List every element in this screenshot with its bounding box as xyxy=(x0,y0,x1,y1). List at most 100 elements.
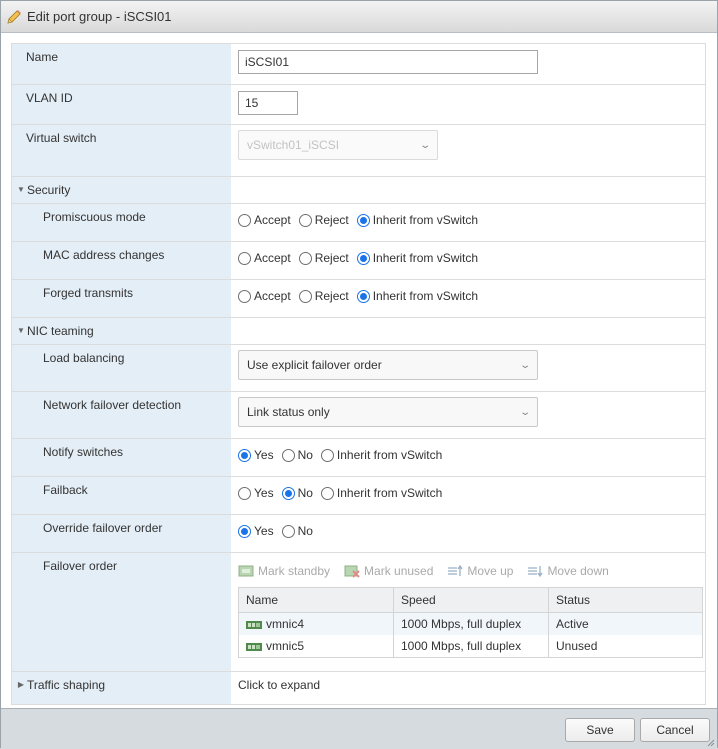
radio-option-label: Inherit from vSwitch xyxy=(372,289,479,303)
radio-option-label: No xyxy=(297,486,313,500)
virtual-switch-label: Virtual switch xyxy=(12,125,231,176)
cancel-button[interactable]: Cancel xyxy=(640,718,710,742)
radio-selected-icon[interactable] xyxy=(356,213,370,227)
promiscuous-mode-row: Promiscuous mode Accept Reject Inherit fro… xyxy=(12,204,705,242)
failover-order-label: Failover order xyxy=(12,553,231,671)
radio-selected-icon[interactable] xyxy=(356,289,370,303)
security-label: Security xyxy=(27,183,71,197)
radio-option-reject[interactable]: Reject xyxy=(298,251,349,265)
radio-unselected-icon[interactable] xyxy=(238,289,251,303)
radio-option-accept[interactable]: Accept xyxy=(238,289,291,303)
pencil-icon xyxy=(7,9,21,24)
radio-option-yes[interactable]: Yes xyxy=(238,448,274,462)
move-up-button[interactable]: Move up xyxy=(447,564,513,578)
move-up-icon xyxy=(448,564,463,576)
mark-unused-icon xyxy=(344,565,360,578)
load-balancing-label: Load balancing xyxy=(12,345,231,391)
radio-selected-icon[interactable] xyxy=(238,448,251,462)
radio-unselected-icon[interactable] xyxy=(298,251,312,265)
mark-standby-button[interactable]: Mark standby xyxy=(238,564,330,578)
radio-option-accept[interactable]: Accept xyxy=(238,213,291,227)
traffic-shaping-expand-link[interactable]: Click to expand xyxy=(231,672,705,704)
radio-option-inherit-from-vswitch[interactable]: Inherit from vSwitch xyxy=(356,213,479,227)
radio-unselected-icon[interactable] xyxy=(320,486,334,500)
save-button[interactable]: Save xyxy=(565,718,635,742)
mac-address-changes-label: MAC address changes xyxy=(12,242,231,279)
network-failover-detection-select[interactable]: Link status only ⌄ xyxy=(238,397,538,427)
radio-option-label: Reject xyxy=(314,251,349,265)
radio-unselected-icon[interactable] xyxy=(281,524,295,538)
dialog-title: Edit port group - iSCSI01 xyxy=(27,9,172,24)
radio-option-accept[interactable]: Accept xyxy=(238,251,291,265)
radio-option-no[interactable]: No xyxy=(281,524,313,538)
radio-option-inherit-from-vswitch[interactable]: Inherit from vSwitch xyxy=(356,289,479,303)
radio-option-inherit-from-vswitch[interactable]: Inherit from vSwitch xyxy=(356,251,479,265)
nic-teaming-section-header[interactable]: ▼ NIC teaming xyxy=(12,318,705,345)
promiscuous-mode-radio-group: Accept Reject Inherit from vSwitch xyxy=(238,213,705,227)
mark-unused-button[interactable]: Mark unused xyxy=(344,564,433,578)
nic-icon xyxy=(246,642,262,651)
radio-unselected-icon[interactable] xyxy=(238,486,251,500)
load-balancing-select[interactable]: Use explicit failover order ⌄ xyxy=(238,350,538,380)
radio-selected-icon[interactable] xyxy=(281,486,295,500)
dialog-footer: Save Cancel xyxy=(1,708,717,749)
mac-address-changes-radio-group: Accept Reject Inherit from vSwitch xyxy=(238,251,705,265)
notify-switches-row: Notify switches Yes No Inherit from vSwitc… xyxy=(12,439,705,477)
radio-option-label: Inherit from vSwitch xyxy=(372,251,479,265)
table-row[interactable]: vmnic4 1000 Mbps, full duplex Active xyxy=(238,612,703,635)
failover-order-toolbar: Mark standby Mark unused Move up Move do… xyxy=(238,560,705,582)
radio-option-yes[interactable]: Yes xyxy=(238,524,274,538)
caret-right-icon: ▶ xyxy=(17,680,25,689)
radio-unselected-icon[interactable] xyxy=(238,213,251,227)
name-row: Name xyxy=(12,44,705,85)
vlan-id-input[interactable] xyxy=(238,91,298,115)
resize-grip-icon[interactable] xyxy=(707,739,715,747)
radio-option-inherit-from-vswitch[interactable]: Inherit from vSwitch xyxy=(320,448,442,462)
nic-name: vmnic5 xyxy=(266,639,305,653)
radio-option-no[interactable]: No xyxy=(281,448,313,462)
column-header-status[interactable]: Status xyxy=(548,587,703,613)
dialog-content: Name VLAN ID Virtual switch vSwitch01_iS… xyxy=(1,33,717,708)
nic-speed: 1000 Mbps, full duplex xyxy=(393,635,549,658)
column-header-name[interactable]: Name xyxy=(238,587,394,613)
radio-option-reject[interactable]: Reject xyxy=(298,289,349,303)
caret-down-icon: ▼ xyxy=(17,326,25,335)
radio-unselected-icon[interactable] xyxy=(298,213,312,227)
notify-switches-radio-group: Yes No Inherit from vSwitch xyxy=(238,448,705,462)
network-failover-detection-row: Network failover detection Link status o… xyxy=(12,392,705,439)
radio-option-reject[interactable]: Reject xyxy=(298,213,349,227)
radio-unselected-icon[interactable] xyxy=(320,448,334,462)
override-failover-order-row: Override failover order Yes No xyxy=(12,515,705,553)
virtual-switch-select[interactable]: vSwitch01_iSCSI ⌄ xyxy=(238,130,438,160)
security-section-header[interactable]: ▼ Security xyxy=(12,177,705,204)
radio-option-label: Yes xyxy=(254,486,274,500)
dialog-titlebar[interactable]: Edit port group - iSCSI01 xyxy=(1,1,717,33)
nic-status: Active xyxy=(548,612,703,635)
vlan-id-label: VLAN ID xyxy=(12,85,231,124)
column-header-speed[interactable]: Speed xyxy=(393,587,549,613)
radio-unselected-icon[interactable] xyxy=(238,251,251,265)
radio-option-label: Reject xyxy=(314,213,349,227)
radio-selected-icon[interactable] xyxy=(238,524,251,538)
table-row[interactable]: vmnic5 1000 Mbps, full duplex Unused xyxy=(239,635,703,658)
radio-option-label: Yes xyxy=(254,448,274,462)
radio-unselected-icon[interactable] xyxy=(298,289,312,303)
radio-unselected-icon[interactable] xyxy=(281,448,295,462)
traffic-shaping-section-header[interactable]: ▶ Traffic shaping Click to expand xyxy=(12,672,705,704)
virtual-switch-row: Virtual switch vSwitch01_iSCSI ⌄ xyxy=(12,125,705,177)
chevron-down-icon: ⌄ xyxy=(418,139,431,151)
radio-option-label: Inherit from vSwitch xyxy=(372,213,479,227)
nic-status: Unused xyxy=(548,635,703,658)
traffic-shaping-label: Traffic shaping xyxy=(27,678,106,692)
radio-option-label: Accept xyxy=(254,251,291,265)
radio-selected-icon[interactable] xyxy=(356,251,370,265)
radio-option-no[interactable]: No xyxy=(281,486,313,500)
override-failover-order-label: Override failover order xyxy=(12,515,231,552)
radio-option-yes[interactable]: Yes xyxy=(238,486,274,500)
network-failover-detection-label: Network failover detection xyxy=(12,392,231,438)
move-down-button[interactable]: Move down xyxy=(527,564,609,578)
name-input[interactable] xyxy=(238,50,538,74)
nic-teaming-label: NIC teaming xyxy=(27,324,94,338)
notify-switches-label: Notify switches xyxy=(12,439,231,476)
radio-option-inherit-from-vswitch[interactable]: Inherit from vSwitch xyxy=(320,486,442,500)
